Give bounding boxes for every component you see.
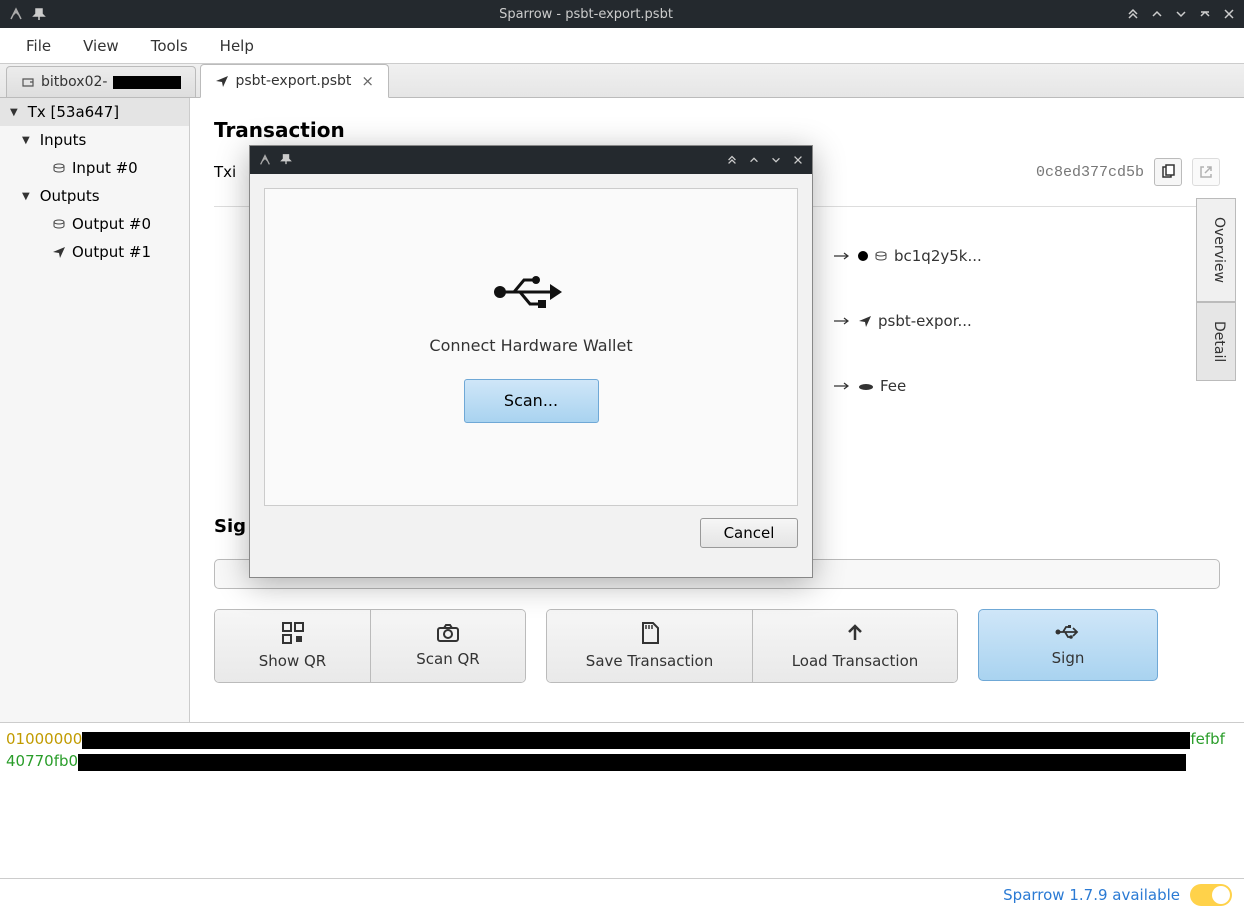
hardware-wallet-dialog: Connect Hardware Wallet Scan... Cancel [249,145,813,578]
tree-tx-root[interactable]: Tx [53a647] [0,98,189,126]
output-dest-2[interactable]: psbt-expor... [834,312,972,330]
usb-icon [1055,623,1081,641]
scroll-up-icon[interactable] [748,154,760,166]
scroll-up-double-icon[interactable] [726,154,738,166]
tree-outputs[interactable]: Outputs [0,182,189,210]
minimize-icon[interactable] [1174,7,1188,21]
app-icon [8,6,24,22]
close-icon[interactable] [792,154,804,166]
menu-tools[interactable]: Tools [137,31,202,61]
titlebar: Sparrow - psbt-export.psbt [0,0,1244,28]
load-transaction-button[interactable]: Load Transaction [752,610,957,682]
pin-icon[interactable] [32,7,46,21]
hex-line1-a: 01000000 [6,730,82,748]
tab-wallet-label: bitbox02- [41,74,107,90]
txid-label: Txi [214,163,254,181]
dialog-message: Connect Hardware Wallet [429,336,632,355]
output-dest-3[interactable]: Fee [834,377,906,395]
wallet-icon [21,75,35,89]
tab-wallet[interactable]: bitbox02- [6,66,196,97]
send-icon [858,314,872,328]
scroll-up-double-icon[interactable] [1126,7,1140,21]
cancel-button[interactable]: Cancel [700,518,798,548]
usb-icon [492,272,570,312]
side-tabs: Overview Detail [1196,198,1236,381]
tree-output-0[interactable]: Output #0 [0,210,189,238]
send-icon [215,74,229,88]
tab-psbt[interactable]: psbt-export.psbt × [200,64,389,98]
menubar: File View Tools Help [0,28,1244,64]
action-bar: Show QR Scan QR Save Transaction [214,609,1220,683]
external-link-button[interactable] [1192,158,1220,186]
close-icon[interactable] [1222,7,1236,21]
sidebar-tree: Tx [53a647] Inputs Input #0 Outputs Outp… [0,98,190,722]
sign-button[interactable]: Sign [978,609,1158,681]
scroll-up-icon[interactable] [1150,7,1164,21]
coins-icon [52,161,66,175]
scan-qr-button[interactable]: Scan QR [370,610,525,682]
menu-file[interactable]: File [12,31,65,61]
copy-button[interactable] [1154,158,1182,186]
camera-icon [437,624,459,642]
minimize-icon[interactable] [770,154,782,166]
tree-output-1[interactable]: Output #1 [0,238,189,266]
side-tab-overview[interactable]: Overview [1196,198,1236,302]
arrow-icon [834,317,852,325]
sd-card-icon [641,622,659,644]
tree-input-0[interactable]: Input #0 [0,154,189,182]
arrow-icon [834,382,852,390]
coins-icon [874,249,888,263]
output-dest-1[interactable]: bc1q2y5k... [834,247,982,265]
tab-psbt-label: psbt-export.psbt [235,73,351,89]
show-qr-button[interactable]: Show QR [215,610,370,682]
send-icon [52,245,66,259]
menu-view[interactable]: View [69,31,133,61]
update-available-link[interactable]: Sparrow 1.7.9 available [1003,886,1180,904]
app-icon [258,153,272,167]
tree-inputs[interactable]: Inputs [0,126,189,154]
tab-close-icon[interactable]: × [361,72,374,90]
hex-redacted-2 [78,754,1186,771]
side-tab-detail[interactable]: Detail [1196,302,1236,381]
tabbar: bitbox02- psbt-export.psbt × [0,64,1244,98]
statusbar: Sparrow 1.7.9 available [0,878,1244,911]
upload-icon [845,622,865,644]
pin-icon[interactable] [280,153,292,167]
dialog-body: Connect Hardware Wallet Scan... [264,188,798,506]
hex-redacted-1 [82,732,1190,749]
arrow-icon [834,252,852,260]
coins-icon [52,217,66,231]
maximize-icon[interactable] [1198,7,1212,21]
dot-icon [858,251,868,261]
hex-line1-b: fefbf [1190,730,1225,748]
section-title: Transaction [214,118,1220,142]
scan-button[interactable]: Scan... [464,379,599,423]
tab-wallet-redacted [113,76,181,89]
hex-viewer[interactable]: 01000000 fefbf 40770fb0 [0,722,1244,878]
qr-icon [282,622,304,644]
window-title: Sparrow - psbt-export.psbt [46,7,1126,22]
fee-icon [858,381,874,391]
save-transaction-button[interactable]: Save Transaction [547,610,752,682]
hex-line2-a: 40770fb0 [6,752,78,770]
menu-help[interactable]: Help [206,31,268,61]
dialog-titlebar [250,146,812,174]
